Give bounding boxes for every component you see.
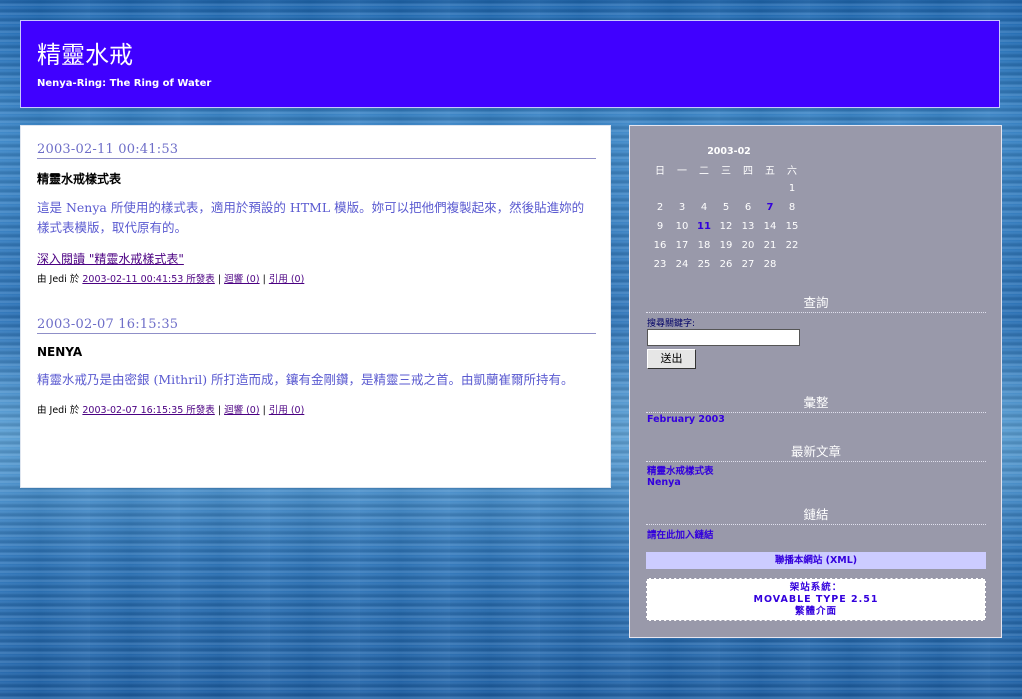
read-more-link[interactable]: 深入閱讀 "精靈水戒樣式表" [37,250,184,267]
trackback-link[interactable]: 引用 (0) [269,405,304,416]
calendar-day: 6 [744,202,752,213]
calendar-day: 23 [653,259,667,270]
recent-entry-link[interactable]: 精靈水戒樣式表 [647,463,714,477]
calendar-weeks: 1 2 3 4 5 6 7 8 9 10 11 12 13 14 15 16 17 18 19 20 21 22 23 24 2… [649,179,809,274]
entry-body: 精靈水戒乃是由密銀 (Mithril) 所打造而成，鑲有金剛鑽，是精靈三戒之首。… [37,372,574,387]
banner: 精靈水戒 Nenya-Ring: The Ring of Water [20,20,1000,108]
entry-posted-line: 由 Jedi 於 2003-02-07 16:15:35 所發表 | 迴響 (0… [37,402,596,416]
calendar-week-row: 16 17 18 19 20 21 22 [649,236,809,255]
recent-entries-heading: 最新文章 [646,441,986,462]
calendar-day-link[interactable]: 11 [693,221,715,232]
blog-description: Nenya-Ring: The Ring of Water [37,78,212,89]
calendar-day: 19 [719,240,733,251]
calendar-caption: 2003-02 [707,146,751,157]
sidebar: 2003-02 日 一 二 三 四 五 六 1 2 3 4 5 6 7 8 9 10 11 12 13 1… [629,125,1002,638]
calendar-day: 5 [722,202,730,213]
blog-title[interactable]: 精靈水戒 [37,35,133,70]
calendar-day-link[interactable]: 7 [759,202,781,213]
calendar-day: 9 [656,221,664,232]
calendar-day: 24 [675,259,689,270]
archive-link[interactable]: February 2003 [647,414,725,425]
calendar-day: 20 [741,240,755,251]
weekday-label: 一 [677,166,687,177]
calendar-day: 17 [675,240,689,251]
calendar-day: 27 [741,259,755,270]
recent-entry-link[interactable]: Nenya [647,477,681,488]
calendar-day: 21 [763,240,777,251]
separator: | [217,405,222,416]
calendar-day: 14 [763,221,777,232]
calendar-day: 22 [785,240,799,251]
blog-entry: 2003-02-07 16:15:35 NENYA 精靈水戒乃是由密銀 (Mit… [37,317,596,416]
comments-link[interactable]: 迴響 (0) [224,405,259,416]
separator: | [217,274,222,285]
entry-title: 精靈水戒樣式表 [37,172,122,186]
weekday-label: 日 [655,166,665,177]
calendar-day: 10 [675,221,689,232]
search-submit-button[interactable]: 送出 [647,349,696,369]
search-label: 搜尋關鍵字: [647,319,696,329]
calendar-day: 25 [697,259,711,270]
calendar-day: 4 [700,202,708,213]
calendar-week-row: 1 [649,179,809,198]
calendar: 2003-02 日 一 二 三 四 五 六 1 2 3 4 5 6 7 8 9 10 11 12 13 1… [649,146,809,274]
blog-entry: 2003-02-11 00:41:53 精靈水戒樣式表 這是 Nenya 所使用… [37,142,596,285]
entry-body: 這是 Nenya 所使用的樣式表，適用於預設的 HTML 模版。妳可以把他們複製… [37,200,585,235]
content-area: 2003-02-11 00:41:53 精靈水戒樣式表 這是 Nenya 所使用… [20,125,611,488]
links-heading: 鏈結 [646,504,986,525]
calendar-day: 13 [741,221,755,232]
weekday-label: 四 [743,166,753,177]
calendar-weekday-row: 日 一 二 三 四 五 六 [649,160,809,179]
entry-posted-line: 由 Jedi 於 2003-02-11 00:41:53 所發表 | 迴響 (0… [37,271,596,285]
calendar-day: 1 [788,183,796,194]
entry-date: 2003-02-07 16:15:35 [37,317,596,334]
powered-by-label: 架站系統： [789,582,843,593]
calendar-day: 28 [763,259,777,270]
calendar-day: 26 [719,259,733,270]
separator: | [262,274,266,285]
permalink[interactable]: 2003-02-11 00:41:53 所發表 [82,274,214,285]
search-heading: 查詢 [646,292,986,313]
calendar-day: 16 [653,240,667,251]
trackback-link[interactable]: 引用 (0) [269,274,304,285]
movable-type-link[interactable]: MOVABLE TYPE 2.51 [647,594,985,606]
entry-title: NENYA [37,345,83,359]
weekday-label: 三 [721,166,731,177]
comments-link[interactable]: 迴響 (0) [224,274,259,285]
author-prefix: 由 Jedi 於 [37,405,80,416]
calendar-day: 15 [785,221,799,232]
links-item[interactable]: 請在此加入鏈結 [647,527,714,541]
search-input[interactable] [647,329,800,346]
weekday-label: 六 [787,166,797,177]
archives-heading: 彙整 [646,392,986,413]
weekday-label: 五 [765,166,775,177]
calendar-week-row: 9 10 11 12 13 14 15 [649,217,809,236]
calendar-day: 3 [678,202,686,213]
calendar-week-row: 2 3 4 5 678 [649,198,809,217]
traditional-chinese-link[interactable]: 繁體介面 [647,606,985,618]
calendar-week-row: 23 24 25 26 27 28 [649,255,809,274]
weekday-label: 二 [699,166,709,177]
powered-by-box: 架站系統： MOVABLE TYPE 2.51 繁體介面 [646,578,986,621]
author-prefix: 由 Jedi 於 [37,274,80,285]
separator: | [262,405,266,416]
calendar-day: 2 [656,202,664,213]
permalink[interactable]: 2003-02-07 16:15:35 所發表 [82,405,214,416]
calendar-day: 8 [788,202,796,213]
calendar-day: 18 [697,240,711,251]
calendar-day: 12 [719,221,733,232]
syndicate-xml-link[interactable]: 聯播本網站 (XML) [646,552,986,569]
entry-date: 2003-02-11 00:41:53 [37,142,596,159]
